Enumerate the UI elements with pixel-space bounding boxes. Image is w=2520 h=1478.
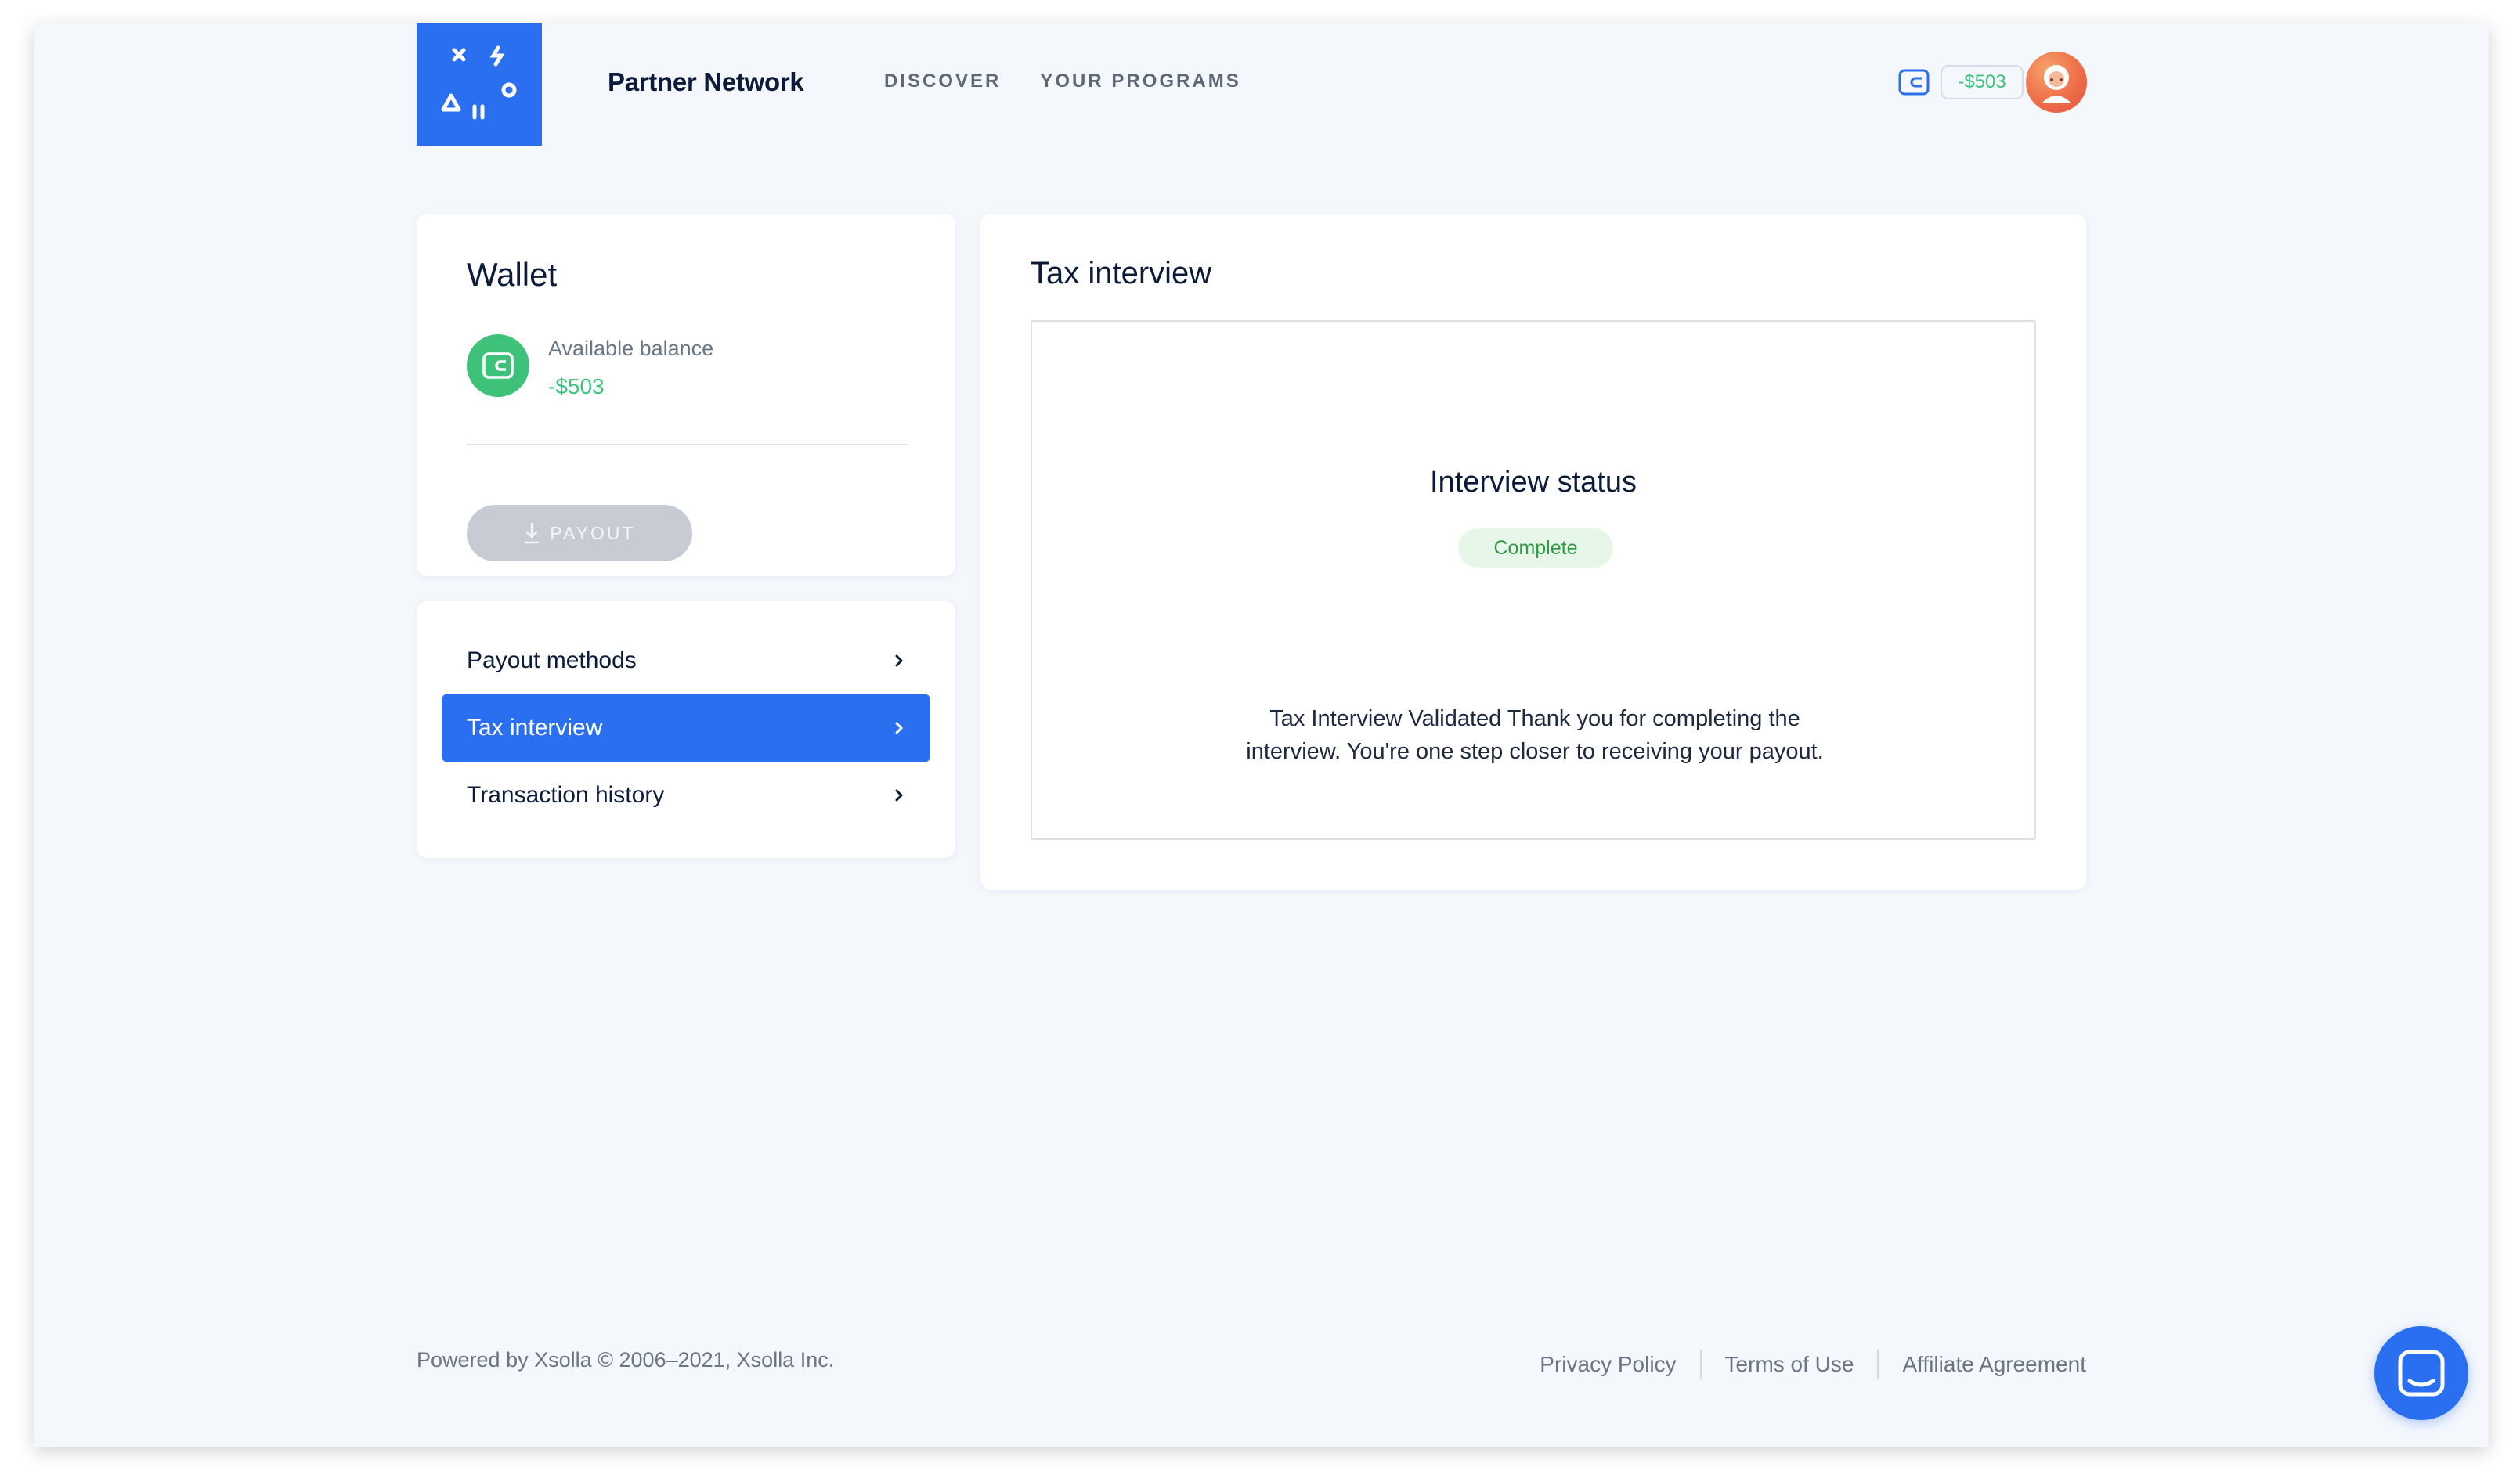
wallet-title: Wallet xyxy=(467,256,558,293)
status-badge: Complete xyxy=(1458,528,1613,568)
download-icon xyxy=(525,522,540,544)
chat-launcher-button[interactable] xyxy=(2374,1326,2468,1420)
menu-item-transaction-history[interactable]: Transaction history xyxy=(442,761,930,830)
page-title: Tax interview xyxy=(1031,256,1212,290)
interview-status-title: Interview status xyxy=(1430,466,1637,499)
terms-of-use-link[interactable]: Terms of Use xyxy=(1702,1352,1878,1377)
wallet-card: Wallet Available balance -$503 PAYOUT xyxy=(417,214,955,576)
chevron-right-icon xyxy=(895,789,903,802)
menu-item-payout-methods[interactable]: Payout methods xyxy=(442,626,930,695)
affiliate-agreement-link[interactable]: Affiliate Agreement xyxy=(1879,1352,2086,1377)
powered-by-text: Powered by Xsolla © 2006–2021, Xsolla In… xyxy=(417,1348,835,1372)
menu-item-tax-interview[interactable]: Tax interview xyxy=(442,694,930,762)
user-avatar-icon xyxy=(2042,65,2071,103)
privacy-policy-link[interactable]: Privacy Policy xyxy=(1516,1352,1699,1377)
menu-item-label: Payout methods xyxy=(467,647,637,673)
wallet-icon[interactable] xyxy=(1898,68,1930,96)
logo-glyphs-icon xyxy=(441,45,517,120)
menu-item-label: Transaction history xyxy=(467,782,665,808)
brand-title: Partner Network xyxy=(608,67,804,96)
divider xyxy=(467,444,908,445)
footer-links: Privacy Policy Terms of Use Affiliate Ag… xyxy=(1516,1350,2086,1379)
chevron-right-icon xyxy=(895,654,903,667)
page-frame: Partner Network DISCOVER YOUR PROGRAMS -… xyxy=(417,23,2087,1447)
nav-discover[interactable]: DISCOVER xyxy=(884,70,1001,92)
balance-label: Available balance xyxy=(548,337,714,360)
app-window: Partner Network DISCOVER YOUR PROGRAMS -… xyxy=(34,23,2489,1447)
chat-icon xyxy=(2398,1350,2445,1397)
interview-status-panel: Interview status Complete Tax Interview … xyxy=(1031,320,2036,840)
tax-interview-card: Tax interview Interview status Complete … xyxy=(980,214,2086,890)
header-balance-badge[interactable]: -$503 xyxy=(1941,65,2024,99)
payout-button[interactable]: PAYOUT xyxy=(467,505,692,561)
user-avatar[interactable] xyxy=(2026,52,2087,113)
status-message: Tax Interview Validated Thank you for co… xyxy=(1246,706,1824,764)
chevron-right-icon xyxy=(895,722,903,734)
nav-your-programs[interactable]: YOUR PROGRAMS xyxy=(1040,70,1240,92)
top-nav: DISCOVER YOUR PROGRAMS xyxy=(884,70,1241,92)
xsolla-logo[interactable] xyxy=(417,23,542,146)
balance-value: -$503 xyxy=(548,374,605,398)
menu-item-label: Tax interview xyxy=(467,715,603,741)
payout-label: PAYOUT xyxy=(550,522,636,543)
wallet-balance-icon xyxy=(467,334,529,397)
wallet-menu: Payout methods Tax interview Transaction… xyxy=(417,601,955,858)
